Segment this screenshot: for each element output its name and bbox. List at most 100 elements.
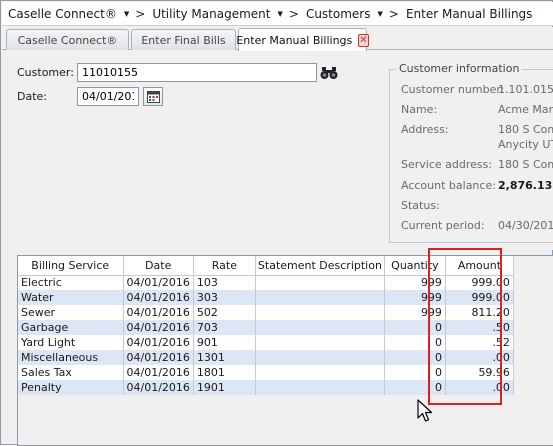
tab-label: Caselle Connect® bbox=[17, 33, 118, 47]
date-input[interactable] bbox=[77, 87, 139, 106]
cell-description[interactable] bbox=[255, 305, 385, 320]
breadcrumb-item-customers[interactable]: Customers bbox=[306, 7, 371, 21]
breadcrumb-item-utility-management[interactable]: Utility Management bbox=[152, 7, 270, 21]
cell-amount[interactable]: 999.00 bbox=[445, 290, 514, 305]
cell-billing-service[interactable]: Penalty bbox=[18, 380, 124, 395]
cell-date[interactable]: 04/01/2016 bbox=[123, 320, 194, 335]
tab-enter-manual-billings[interactable]: Enter Manual Billings ✕ bbox=[236, 28, 369, 51]
customer-label: Customer: bbox=[17, 66, 74, 79]
column-header-quantity[interactable]: Quantity bbox=[384, 256, 446, 276]
cell-billing-service[interactable]: Garbage bbox=[18, 320, 124, 335]
column-header-amount[interactable]: Amount bbox=[445, 256, 514, 276]
table-row[interactable]: Garbage 04/01/2016 703 0 .50 bbox=[18, 320, 514, 335]
triangle-down-icon[interactable]: ▼ bbox=[277, 10, 282, 18]
table-row[interactable]: Water 04/01/2016 303 999 999.00 bbox=[18, 290, 514, 305]
triangle-down-icon[interactable]: ▼ bbox=[377, 10, 382, 18]
cell-amount[interactable]: 59.96 bbox=[445, 365, 514, 380]
cell-rate[interactable]: 303 bbox=[193, 290, 256, 305]
cell-rate[interactable]: 1301 bbox=[193, 350, 256, 365]
service-address-label: Service address: bbox=[401, 158, 493, 171]
cell-quantity[interactable]: 999 bbox=[384, 290, 446, 305]
cell-rate[interactable]: 1901 bbox=[193, 380, 256, 395]
cell-amount[interactable]: 999.00 bbox=[445, 275, 514, 290]
table-row[interactable]: Miscellaneous 04/01/2016 1301 0 .00 bbox=[18, 350, 514, 365]
cell-quantity[interactable]: 0 bbox=[384, 335, 446, 350]
cell-billing-service[interactable]: Water bbox=[18, 290, 124, 305]
cell-quantity[interactable]: 0 bbox=[384, 320, 446, 335]
cell-amount[interactable]: .00 bbox=[445, 380, 514, 395]
cell-description[interactable] bbox=[255, 365, 385, 380]
address-label: Address: bbox=[401, 123, 449, 136]
column-header-statement-description[interactable]: Statement Description bbox=[255, 256, 385, 276]
cell-billing-service[interactable]: Sewer bbox=[18, 305, 124, 320]
cell-date[interactable]: 04/01/2016 bbox=[123, 275, 194, 290]
address-line1: 180 S Comm bbox=[498, 123, 553, 136]
tab-label: Enter Final Bills bbox=[141, 33, 226, 47]
cell-rate[interactable]: 901 bbox=[193, 335, 256, 350]
cell-quantity[interactable]: 999 bbox=[384, 305, 446, 320]
cell-description[interactable] bbox=[255, 350, 385, 365]
billing-grid[interactable]: Billing Service Date Rate Statement Desc… bbox=[17, 255, 553, 446]
current-period-value: 04/30/2016 bbox=[498, 219, 553, 232]
cell-billing-service[interactable]: Electric bbox=[18, 275, 124, 290]
cell-date[interactable]: 04/01/2016 bbox=[123, 350, 194, 365]
cell-quantity[interactable]: 999 bbox=[384, 275, 446, 290]
address-line2: Anycity UT bbox=[498, 138, 553, 151]
table-row[interactable]: Yard Light 04/01/2016 901 0 .52 bbox=[18, 335, 514, 350]
cell-quantity[interactable]: 0 bbox=[384, 350, 446, 365]
cell-date[interactable]: 04/01/2016 bbox=[123, 335, 194, 350]
cell-date[interactable]: 04/01/2016 bbox=[123, 305, 194, 320]
cell-date[interactable]: 04/01/2016 bbox=[123, 290, 194, 305]
tab-enter-final-bills[interactable]: Enter Final Bills bbox=[131, 29, 236, 50]
cell-description[interactable] bbox=[255, 320, 385, 335]
column-header-rate[interactable]: Rate bbox=[193, 256, 256, 276]
breadcrumb-item-caselle-connect[interactable]: Caselle Connect® bbox=[8, 7, 117, 21]
triangle-down-icon[interactable]: ▼ bbox=[124, 10, 129, 18]
cell-rate[interactable]: 502 bbox=[193, 305, 256, 320]
cell-description[interactable] bbox=[255, 275, 385, 290]
table-row[interactable]: Sewer 04/01/2016 502 999 811.20 bbox=[18, 305, 514, 320]
cell-description[interactable] bbox=[255, 380, 385, 395]
column-header-billing-service[interactable]: Billing Service bbox=[18, 256, 124, 276]
table-row[interactable]: Penalty 04/01/2016 1901 0 .00 bbox=[18, 380, 514, 395]
customer-information-group: Customer information Customer number: 1.… bbox=[389, 62, 553, 243]
customer-number-value: 1.101.0155 bbox=[498, 83, 553, 96]
cell-rate[interactable]: 703 bbox=[193, 320, 256, 335]
cell-description[interactable] bbox=[255, 335, 385, 350]
service-address-value: 180 S Comm bbox=[498, 158, 553, 171]
name-label: Name: bbox=[401, 103, 438, 116]
cell-rate[interactable]: 103 bbox=[193, 275, 256, 290]
group-title: Customer information bbox=[396, 62, 523, 75]
cell-date[interactable]: 04/01/2016 bbox=[123, 380, 194, 395]
cell-billing-service[interactable]: Yard Light bbox=[18, 335, 124, 350]
close-icon[interactable]: ✕ bbox=[358, 33, 369, 47]
chevron-right-icon: > bbox=[288, 6, 299, 21]
tab-bar: Caselle Connect® Enter Final Bills Enter… bbox=[2, 27, 553, 51]
tab-label: Enter Manual Billings bbox=[236, 33, 353, 47]
breadcrumb: Caselle Connect® ▼ > Utility Management … bbox=[2, 2, 553, 26]
calendar-icon[interactable] bbox=[143, 87, 163, 106]
breadcrumb-item-enter-manual-billings: Enter Manual Billings bbox=[405, 6, 533, 21]
cell-amount[interactable]: 811.20 bbox=[445, 305, 514, 320]
cell-rate[interactable]: 1801 bbox=[193, 365, 256, 380]
cell-description[interactable] bbox=[255, 290, 385, 305]
account-balance-value: 2,876.13 bbox=[498, 179, 553, 192]
table-row[interactable]: Sales Tax 04/01/2016 1801 0 59.96 bbox=[18, 365, 514, 380]
window-frame: Caselle Connect® ▼ > Utility Management … bbox=[0, 0, 553, 446]
table-row[interactable]: Electric 04/01/2016 103 999 999.00 bbox=[18, 275, 514, 290]
customer-number-label: Customer number: bbox=[401, 83, 505, 96]
tab-caselle-connect[interactable]: Caselle Connect® bbox=[6, 29, 129, 50]
cell-amount[interactable]: .50 bbox=[445, 320, 514, 335]
cell-amount[interactable]: .52 bbox=[445, 335, 514, 350]
binoculars-icon[interactable] bbox=[319, 63, 339, 82]
cell-amount[interactable]: .00 bbox=[445, 350, 514, 365]
cell-billing-service[interactable]: Miscellaneous bbox=[18, 350, 124, 365]
grid-header-row: Billing Service Date Rate Statement Desc… bbox=[18, 256, 514, 276]
cell-quantity[interactable]: 0 bbox=[384, 365, 446, 380]
cell-date[interactable]: 04/01/2016 bbox=[123, 365, 194, 380]
customer-input[interactable] bbox=[77, 63, 317, 82]
chevron-right-icon: > bbox=[388, 6, 399, 21]
column-header-date[interactable]: Date bbox=[123, 256, 194, 276]
cell-quantity[interactable]: 0 bbox=[384, 380, 446, 395]
cell-billing-service[interactable]: Sales Tax bbox=[18, 365, 124, 380]
